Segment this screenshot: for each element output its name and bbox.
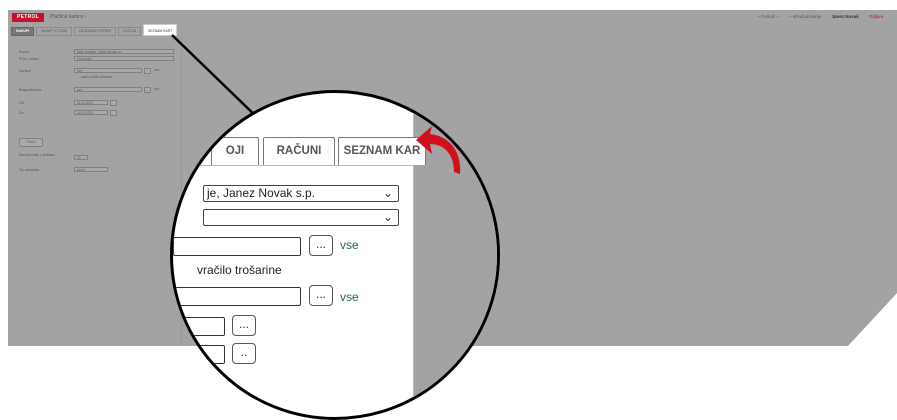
- magnified-tab-racuni[interactable]: RAČUNI: [263, 137, 335, 165]
- magnified-prod-mesto-select[interactable]: ⌄: [203, 209, 399, 226]
- magnified-kartica-vse-link[interactable]: vse: [340, 238, 359, 252]
- magnified-kartica-input[interactable]: [173, 237, 301, 256]
- magnified-kupec-value: je, Janez Novak s.p.: [207, 186, 316, 200]
- magnified-od-calendar-button[interactable]: ...: [232, 315, 256, 336]
- magnified-blagovni-input[interactable]: [173, 287, 301, 306]
- chevron-down-icon: ⌄: [382, 186, 393, 200]
- magnified-tab-line: [173, 165, 413, 166]
- magnified-tab-nakupi[interactable]: OJI: [211, 137, 259, 165]
- magnified-od-input[interactable]: [173, 317, 225, 336]
- magnified-blagovni-browse-button[interactable]: ...: [309, 285, 333, 306]
- red-curved-arrow-icon: [416, 126, 461, 174]
- chevron-down-icon: ⌄: [382, 210, 393, 224]
- magnified-kupec-select[interactable]: je, Janez Novak s.p. ⌄: [203, 185, 399, 202]
- magnified-kartica-browse-button[interactable]: ...: [309, 235, 333, 256]
- magnified-vracilo-label: vračilo trošarine: [197, 263, 282, 277]
- magnified-do-calendar-button[interactable]: ..: [232, 343, 256, 364]
- magnified-do-input[interactable]: [173, 345, 225, 364]
- magnified-blagovni-vse-link[interactable]: vse: [340, 290, 359, 304]
